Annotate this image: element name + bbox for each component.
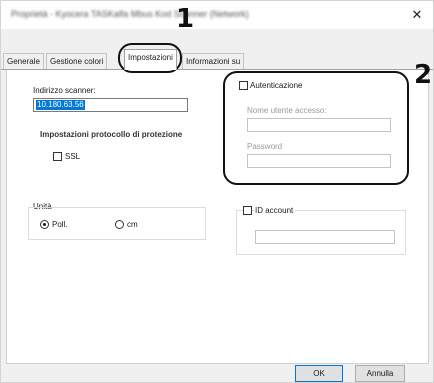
title-bar: Proprietà - Kyocera TASKalfa Mbus Kod Sc… bbox=[1, 1, 433, 29]
account-id-label: ID account bbox=[255, 206, 296, 215]
tab-impostazioni[interactable]: Impostazioni bbox=[124, 49, 177, 70]
protection-settings-label: Impostazioni protocollo di protezione bbox=[40, 130, 183, 139]
ssl-checkbox[interactable] bbox=[53, 152, 62, 161]
account-id-input[interactable] bbox=[255, 230, 395, 244]
unit-radio-cm[interactable] bbox=[115, 220, 124, 229]
callout-1-number: 1 bbox=[176, 4, 195, 34]
account-id-checkbox[interactable] bbox=[243, 206, 252, 215]
callout-2-number: 2 bbox=[414, 60, 433, 90]
window-title: Proprietà - Kyocera TASKalfa Mbus Kod Sc… bbox=[11, 9, 249, 19]
unit-radio-inch[interactable] bbox=[40, 220, 49, 229]
tab-generale[interactable]: Generale bbox=[3, 53, 44, 69]
ok-button[interactable]: OK bbox=[295, 365, 343, 382]
unit-cm-label: cm bbox=[127, 220, 138, 229]
cancel-button[interactable]: Annulla bbox=[355, 365, 405, 382]
properties-dialog: Proprietà - Kyocera TASKalfa Mbus Kod Sc… bbox=[0, 0, 434, 383]
tab-informazioni-su[interactable]: Informazioni su bbox=[182, 53, 245, 69]
callout-2-highlight bbox=[223, 71, 409, 185]
scanner-address-input[interactable]: 10.180.63.56 bbox=[33, 98, 188, 112]
ssl-label: SSL bbox=[65, 152, 81, 161]
scanner-address-value: 10.180.63.56 bbox=[36, 100, 85, 110]
unit-inch-label: Poll. bbox=[52, 220, 68, 229]
tab-strip: Generale Gestione colori Impostazioni In… bbox=[1, 49, 433, 70]
close-icon[interactable]: ✕ bbox=[407, 5, 427, 25]
scanner-address-label: Indirizzo scanner: bbox=[33, 86, 96, 95]
tab-gestione-colori[interactable]: Gestione colori bbox=[46, 53, 108, 69]
